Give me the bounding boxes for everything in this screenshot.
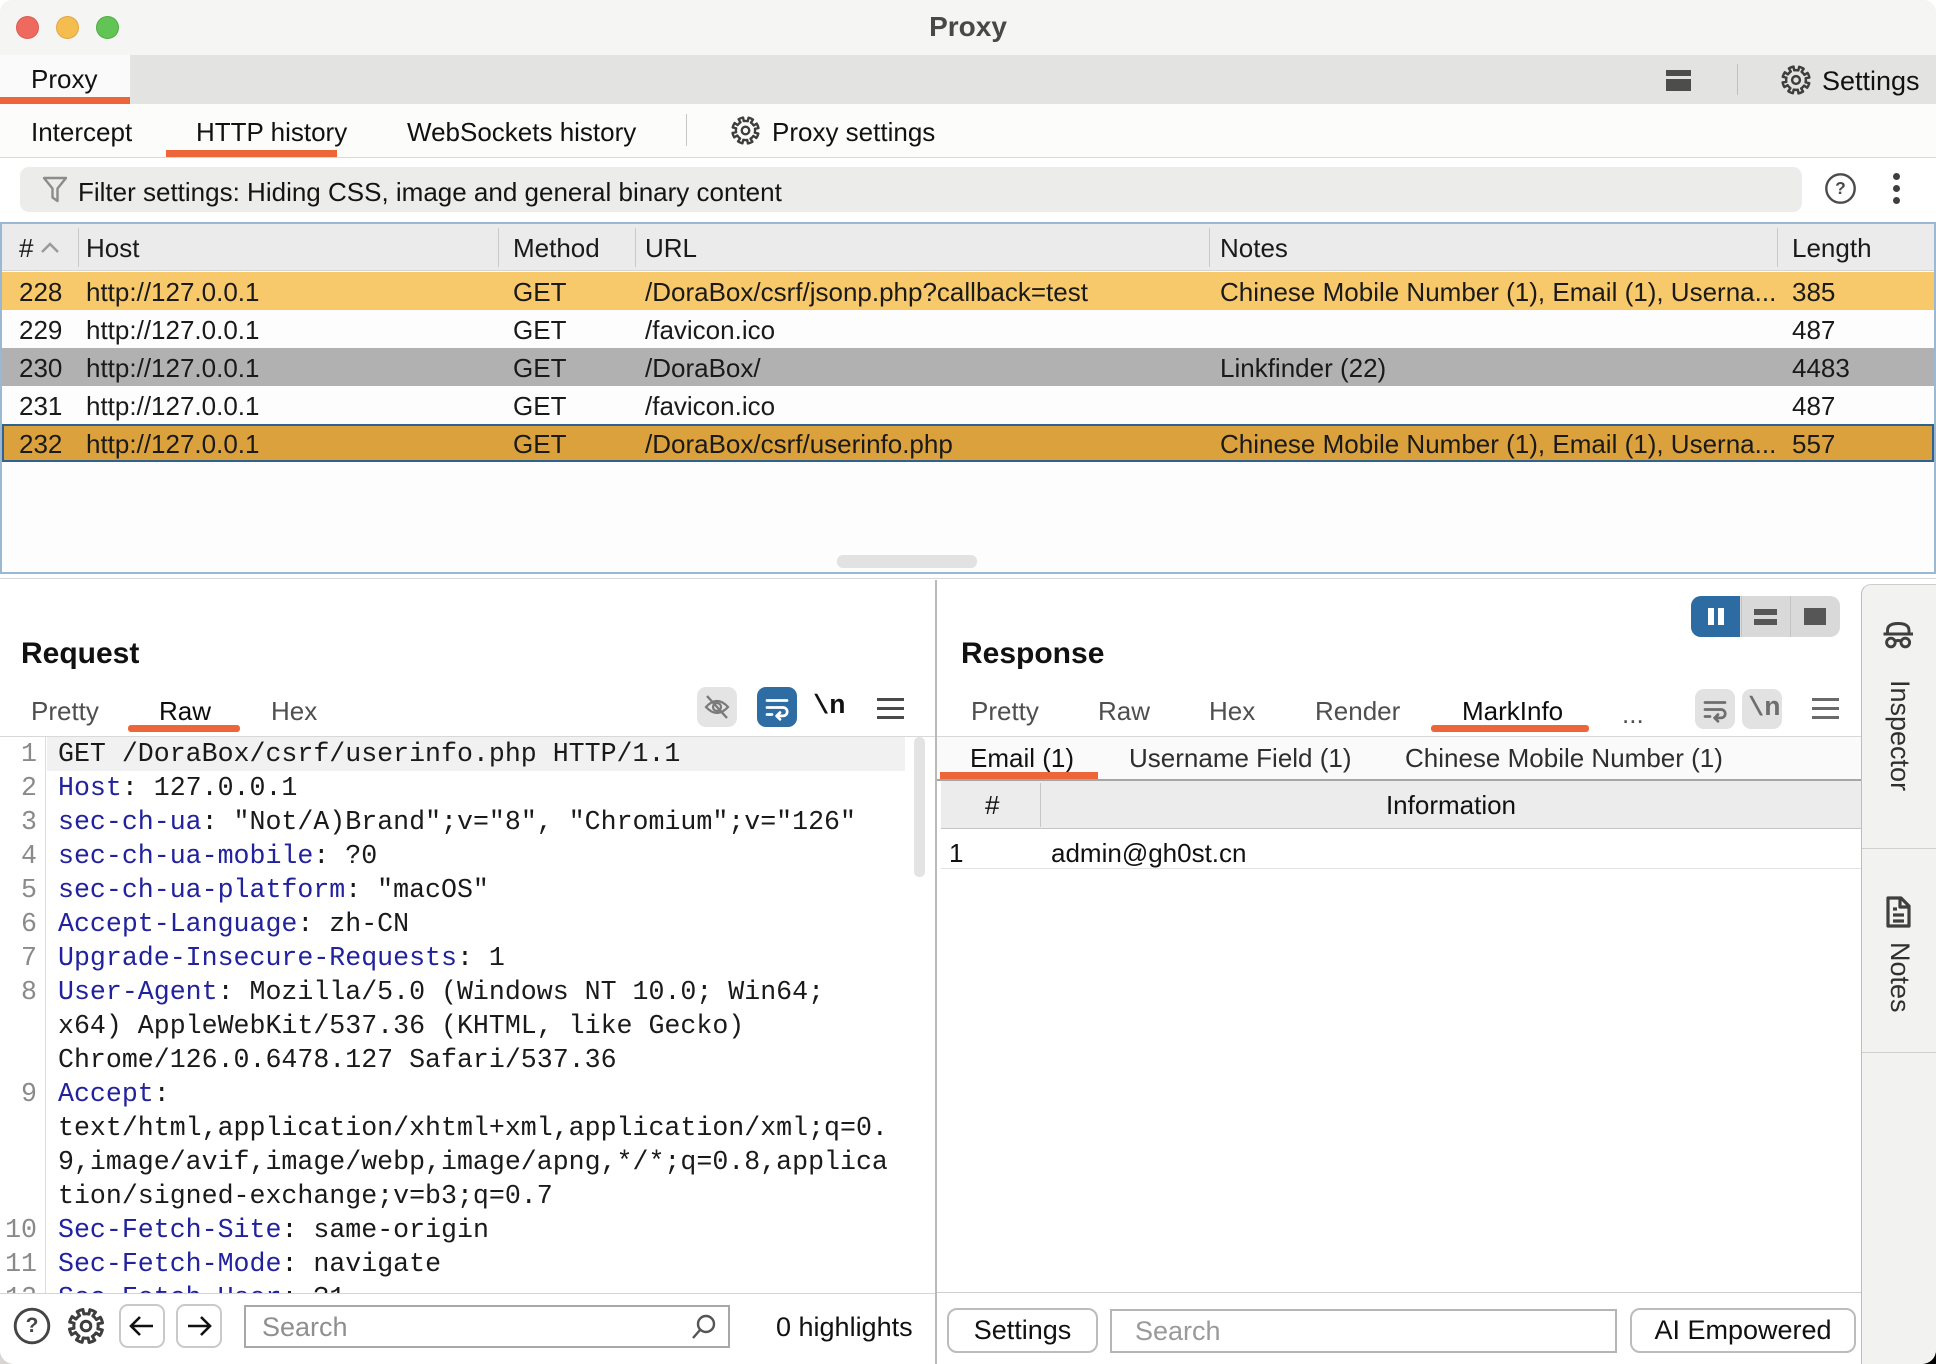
svg-text:?: ? [1835,178,1846,198]
svg-text:?: ? [26,1314,39,1337]
